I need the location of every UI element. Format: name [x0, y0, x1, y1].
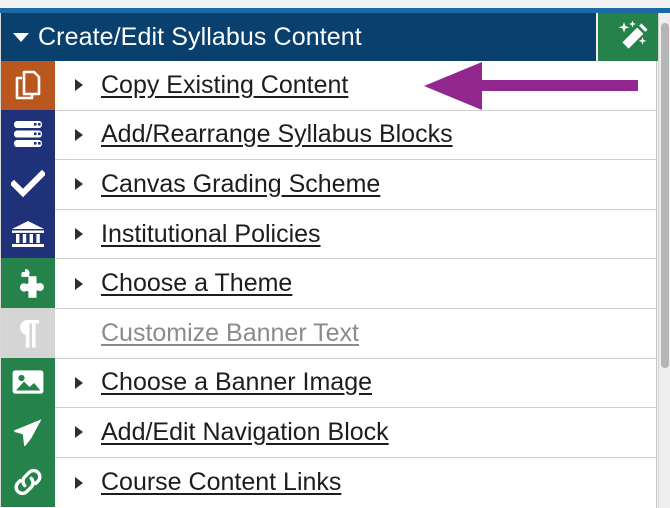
disclosure-triangle-icon[interactable] — [75, 128, 89, 141]
menu-item-label[interactable]: Course Content Links — [101, 468, 341, 497]
menu-item-label[interactable]: Choose a Theme — [101, 269, 292, 298]
checkmark-icon — [0, 159, 55, 209]
disclosure-triangle-icon[interactable] — [75, 476, 89, 489]
magic-wand-icon — [616, 20, 652, 54]
disclosure-triangle-icon[interactable] — [75, 79, 89, 92]
menu-item-institutional-policies[interactable]: Institutional Policies — [0, 208, 656, 260]
paper-plane-icon — [0, 407, 55, 457]
disclosure-triangle-icon[interactable] — [75, 376, 89, 389]
page-title: Create/Edit Syllabus Content — [38, 22, 362, 51]
disclosure-triangle-icon[interactable] — [75, 426, 89, 439]
top-gutter — [0, 0, 670, 8]
menu-item-body[interactable]: Choose a Theme — [55, 259, 656, 308]
disclosure-triangle-icon[interactable] — [75, 178, 89, 191]
panel-header[interactable]: Create/Edit Syllabus Content — [0, 13, 596, 61]
syllabus-tool-panel: Create/Edit Syllabus Content Copy Existi… — [0, 0, 670, 508]
menu-item-label[interactable]: Add/Edit Navigation Block — [101, 418, 389, 447]
menu-item-body[interactable]: Add/Rearrange Syllabus Blocks — [55, 111, 656, 160]
menu-item-customize-banner-text: Customize Banner Text — [0, 307, 656, 359]
menu-item-body: Customize Banner Text — [55, 309, 656, 358]
menu-item-add-rearrange-syllabus-blocks[interactable]: Add/Rearrange Syllabus Blocks — [0, 109, 656, 161]
server-stack-icon — [0, 109, 55, 160]
menu-item-body[interactable]: Course Content Links — [55, 458, 656, 508]
menu-item-body[interactable]: Canvas Grading Scheme — [55, 160, 656, 209]
caret-down-icon[interactable] — [10, 26, 32, 48]
disclosure-triangle-icon[interactable] — [75, 228, 89, 241]
menu-item-body[interactable]: Add/Edit Navigation Block — [55, 408, 656, 457]
scrollbar-thumb[interactable] — [661, 23, 669, 368]
copy-documents-icon — [0, 61, 55, 110]
menu-item-label: Customize Banner Text — [101, 318, 359, 347]
menu-item-copy-existing-content[interactable]: Copy Existing Content — [0, 61, 656, 111]
menu-item-choose-a-theme[interactable]: Choose a Theme — [0, 258, 656, 309]
menu-item-canvas-grading-scheme[interactable]: Canvas Grading Scheme — [0, 159, 656, 210]
menu-item-label[interactable]: Canvas Grading Scheme — [101, 170, 380, 199]
menu-item-add-edit-navigation-block[interactable]: Add/Edit Navigation Block — [0, 407, 656, 458]
menu-item-label[interactable]: Institutional Policies — [101, 220, 321, 249]
pilcrow-icon — [0, 307, 55, 358]
image-photo-icon — [0, 357, 55, 408]
menu-item-body[interactable]: Choose a Banner Image — [55, 359, 656, 408]
menu-item-label[interactable]: Choose a Banner Image — [101, 368, 372, 397]
bank-columns-icon — [0, 208, 55, 259]
menu-item-label[interactable]: Copy Existing Content — [101, 71, 348, 100]
vertical-scrollbar[interactable] — [658, 13, 670, 508]
menu-item-choose-a-banner-image[interactable]: Choose a Banner Image — [0, 357, 656, 409]
menu-item-course-content-links[interactable]: Course Content Links — [0, 456, 656, 508]
disclosure-triangle-icon[interactable] — [75, 277, 89, 290]
puzzle-piece-icon — [0, 258, 55, 308]
menu-item-label[interactable]: Add/Rearrange Syllabus Blocks — [101, 120, 453, 149]
menu-item-body[interactable]: Copy Existing Content — [55, 61, 656, 110]
panel-left-edge — [0, 13, 1, 508]
link-chain-icon — [0, 456, 55, 508]
menu-item-body[interactable]: Institutional Policies — [55, 210, 656, 259]
menu-list: Copy Existing Content Add/Rearrange Syll… — [0, 61, 657, 508]
